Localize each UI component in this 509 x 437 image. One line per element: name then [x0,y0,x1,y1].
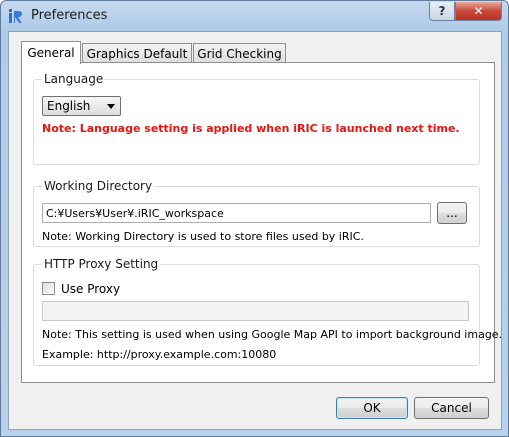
http-proxy-group: HTTP Proxy Setting Use Proxy Note: This … [33,257,502,366]
language-note: Note: Language setting is applied when i… [42,122,460,135]
proxy-address-input[interactable] [42,301,469,321]
http-proxy-group-title: HTTP Proxy Setting [42,257,161,271]
working-directory-group-title: Working Directory [42,179,155,193]
iric-app-icon [9,9,22,23]
language-select[interactable]: English [42,96,121,116]
tab-grid-checking[interactable]: Grid Checking [193,43,286,64]
use-proxy-checkbox[interactable] [42,282,55,295]
window-title: Preferences [31,8,108,23]
general-tab-panel: Language English Note: Language setting … [21,62,502,383]
chevron-down-icon [107,104,115,109]
use-proxy-label: Use Proxy [61,282,121,296]
working-directory-input[interactable]: C:¥Users¥User¥.iRIC_workspace [42,203,431,223]
working-directory-note: Note: Working Directory is used to store… [42,230,364,243]
language-group-title: Language [42,72,106,86]
ok-button[interactable]: OK [336,397,408,419]
dialog-client-area: General Graphics Default Grid Checking L… [8,31,502,430]
help-button[interactable]: ? [429,2,455,21]
language-group: Language English Note: Language setting … [33,72,480,165]
preferences-window: Preferences ? ✕ General Graphics Default… [0,0,509,437]
proxy-note: Note: This setting is used when using Go… [42,328,503,341]
proxy-example: Example: http://proxy.example.com:10080 [42,348,277,361]
tab-graphics-default[interactable]: Graphics Default [82,43,192,64]
browse-button[interactable]: ... [437,202,467,224]
tab-general[interactable]: General [21,41,81,64]
title-bar[interactable]: Preferences ? ✕ [1,1,508,31]
language-select-value: English [47,99,91,113]
cancel-button[interactable]: Cancel [414,397,489,419]
close-button[interactable]: ✕ [455,2,502,21]
working-directory-group: Working Directory C:¥Users¥User¥.iRIC_wo… [33,179,480,247]
